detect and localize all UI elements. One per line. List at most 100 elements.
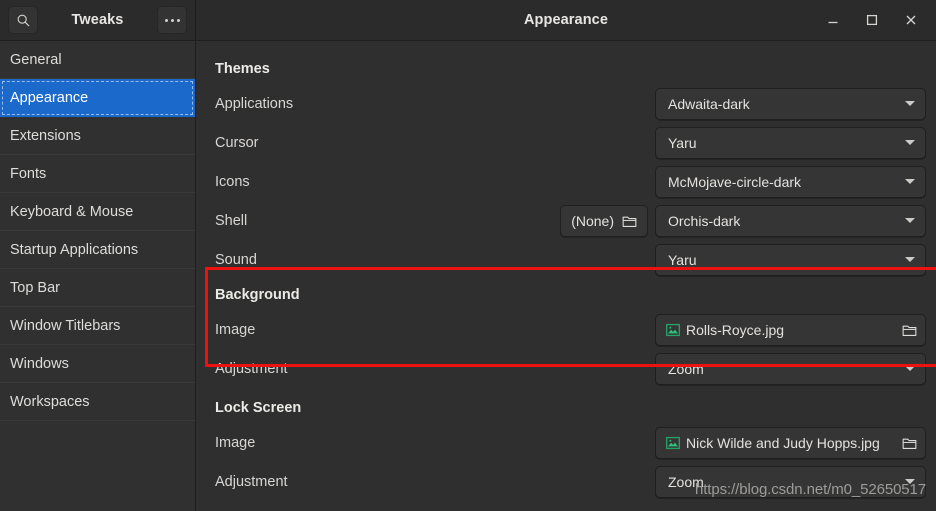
image-file-icon [666, 436, 680, 450]
icons-theme-dropdown[interactable]: McMojave-circle-dark [655, 165, 926, 198]
row-label: Icons [215, 173, 250, 190]
file-name-label: Rolls-Royce.jpg [686, 321, 785, 338]
search-icon [16, 13, 31, 28]
titlebar-right-pane: Appearance [196, 0, 936, 40]
sound-theme-dropdown[interactable]: Yaru [655, 243, 926, 276]
cursor-theme-dropdown[interactable]: Yaru [655, 126, 926, 159]
lock-screen-group: Lock Screen Image Nick Wilde and Judy Ho… [215, 396, 926, 501]
sidebar-item-keyboard-mouse[interactable]: Keyboard & Mouse [0, 193, 195, 231]
shell-theme-dropdown[interactable]: Orchis-dark [655, 204, 926, 237]
row-label: Applications [215, 95, 294, 112]
titlebar: Tweaks Appearance [0, 0, 936, 41]
lock-screen-group-title: Lock Screen [215, 400, 302, 416]
row-shell-theme: Shell (None) Orchis-dark [215, 201, 926, 240]
row-applications-theme: Applications Adwaita-dark [215, 84, 926, 123]
row-control: Zoom [655, 352, 926, 385]
folder-icon [902, 323, 917, 337]
sidebar-item-label: Window Titlebars [10, 317, 121, 334]
close-icon [904, 13, 918, 27]
sidebar-item-label: Workspaces [10, 393, 90, 410]
dropdown-value: Zoom [668, 473, 704, 490]
background-adjustment-dropdown[interactable]: Zoom [655, 352, 926, 385]
lockscreen-image-file-button[interactable]: Nick Wilde and Judy Hopps.jpg [655, 426, 926, 459]
sidebar-item-startup-applications[interactable]: Startup Applications [0, 231, 195, 269]
shell-theme-file-button[interactable]: (None) [560, 204, 648, 237]
appearance-settings-pane: Themes Applications Adwaita-dark Cursor [196, 41, 936, 511]
background-group: Background Image Rolls-Royce.jpg Adjustm… [215, 283, 926, 388]
sidebar-item-window-titlebars[interactable]: Window Titlebars [0, 307, 195, 345]
row-lockscreen-image: Image Nick Wilde and Judy Hopps.jpg [215, 423, 926, 462]
row-label: Adjustment [215, 473, 288, 490]
sidebar-item-label: Extensions [10, 127, 81, 144]
window-controls [822, 0, 928, 40]
search-button[interactable] [8, 6, 38, 34]
sidebar-item-workspaces[interactable]: Workspaces [0, 383, 195, 421]
chevron-down-icon [905, 140, 915, 145]
hamburger-dots-icon [164, 18, 180, 22]
row-background-adjustment: Adjustment Zoom [215, 349, 926, 388]
dropdown-value: Adwaita-dark [668, 95, 750, 112]
themes-group-title: Themes [215, 61, 270, 77]
chevron-down-icon [905, 218, 915, 223]
sidebar-item-label: Windows [10, 355, 69, 372]
window-body: General Appearance Extensions Fonts Keyb… [0, 41, 936, 511]
chevron-down-icon [905, 101, 915, 106]
background-image-file-button[interactable]: Rolls-Royce.jpg [655, 313, 926, 346]
row-control: Adwaita-dark [655, 87, 926, 120]
row-control: Rolls-Royce.jpg [655, 313, 926, 346]
image-file-icon [666, 323, 680, 337]
sidebar-item-label: Appearance [10, 89, 89, 106]
row-control: Nick Wilde and Judy Hopps.jpg [655, 426, 926, 459]
applications-theme-dropdown[interactable]: Adwaita-dark [655, 87, 926, 120]
dropdown-value: Yaru [668, 251, 697, 268]
primary-menu-button[interactable] [157, 6, 187, 34]
tweaks-window: Tweaks Appearance General Appearance Ext… [0, 0, 936, 511]
row-cursor-theme: Cursor Yaru [215, 123, 926, 162]
file-name-label: Nick Wilde and Judy Hopps.jpg [686, 434, 880, 451]
folder-icon [902, 436, 917, 450]
maximize-button[interactable] [861, 9, 883, 31]
row-control: Zoom [655, 465, 926, 498]
file-name-wrap: Nick Wilde and Judy Hopps.jpg [666, 435, 880, 451]
file-name-wrap: Rolls-Royce.jpg [666, 322, 784, 338]
sidebar-item-general[interactable]: General [0, 41, 195, 79]
minimize-icon [826, 13, 840, 27]
sidebar-item-fonts[interactable]: Fonts [0, 155, 195, 193]
row-lockscreen-adjustment: Adjustment Zoom [215, 462, 926, 501]
row-control: McMojave-circle-dark [655, 165, 926, 198]
row-label: Cursor [215, 134, 259, 151]
row-label: Shell [215, 212, 248, 229]
page-title: Appearance [523, 12, 608, 28]
lockscreen-adjustment-dropdown[interactable]: Zoom [655, 465, 926, 498]
sidebar-item-appearance[interactable]: Appearance [0, 79, 195, 117]
row-label: Image [215, 321, 256, 338]
row-label: Image [215, 434, 256, 451]
row-label: Sound [215, 251, 257, 268]
sidebar-item-label: Keyboard & Mouse [10, 203, 134, 220]
minimize-button[interactable] [822, 9, 844, 31]
sidebar-item-extensions[interactable]: Extensions [0, 117, 195, 155]
dropdown-value: Orchis-dark [668, 212, 741, 229]
dropdown-value: Yaru [668, 134, 697, 151]
row-control: Yaru [655, 126, 926, 159]
folder-icon [622, 214, 637, 228]
close-button[interactable] [900, 9, 922, 31]
chevron-down-icon [905, 179, 915, 184]
titlebar-left-pane: Tweaks [0, 0, 196, 40]
row-icons-theme: Icons McMojave-circle-dark [215, 162, 926, 201]
sidebar: General Appearance Extensions Fonts Keyb… [0, 41, 196, 511]
sidebar-item-windows[interactable]: Windows [0, 345, 195, 383]
row-label: Adjustment [215, 360, 288, 377]
sidebar-item-top-bar[interactable]: Top Bar [0, 269, 195, 307]
dropdown-value: McMojave-circle-dark [668, 173, 802, 190]
maximize-icon [865, 13, 879, 27]
background-group-title: Background [215, 287, 300, 303]
shell-theme-file-label: (None) [571, 212, 614, 229]
chevron-down-icon [905, 479, 915, 484]
app-title: Tweaks [71, 12, 124, 28]
row-background-image: Image Rolls-Royce.jpg [215, 310, 926, 349]
themes-group: Themes Applications Adwaita-dark Cursor [215, 57, 926, 279]
sidebar-item-label: Top Bar [10, 279, 60, 296]
chevron-down-icon [905, 257, 915, 262]
sidebar-item-label: General [10, 51, 62, 68]
